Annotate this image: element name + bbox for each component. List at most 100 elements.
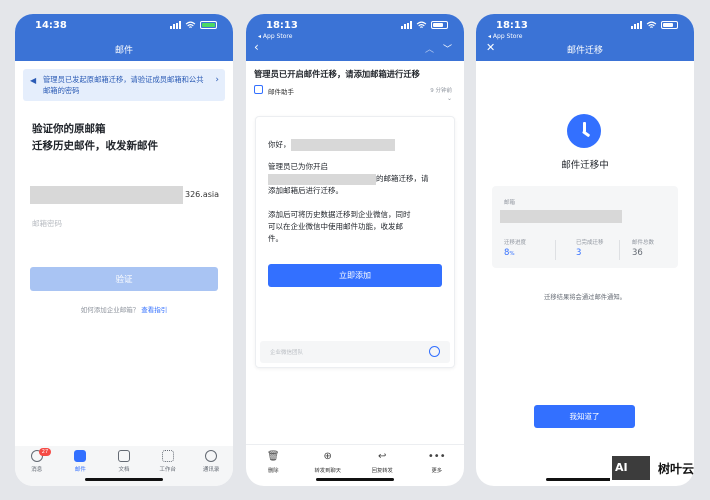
email-blurred-value xyxy=(30,186,183,204)
status-bar: 18:13 ◂ App Store xyxy=(246,20,464,40)
done-label: 已完成迁移 xyxy=(576,240,604,246)
body-line-4: 添加后可将历史数据迁移到企业微信，同时 xyxy=(268,210,411,219)
chevron-up-icon[interactable]: ︿ xyxy=(425,42,434,55)
chat-bubble-icon[interactable] xyxy=(429,346,440,357)
mail-subject: 管理员已开启邮件迁移，请添加邮箱进行迁移 xyxy=(254,69,420,79)
blurred-org xyxy=(268,173,376,185)
contacts-icon xyxy=(205,450,218,462)
watermark-logo: AI xyxy=(610,454,652,482)
unread-badge: 27 xyxy=(38,448,52,456)
add-now-button[interactable]: 立即添加 xyxy=(268,264,442,287)
header-bar: 14:38 邮件 xyxy=(15,14,233,61)
action-label: 更多 xyxy=(431,468,443,474)
chevron-right-icon: › xyxy=(215,75,219,85)
password-field[interactable]: 邮箱密码 xyxy=(32,218,62,229)
migration-stats-card: 邮箱 迁移进度 8% 已完成迁移 3 邮件总数 36 xyxy=(492,186,678,268)
page-heading: 验证你的原邮箱 迁移历史邮件，收发新邮件 xyxy=(32,121,158,155)
migrating-title: 邮件迁移中 xyxy=(561,160,609,171)
tab-label: 邮件 xyxy=(74,467,86,473)
grid-icon xyxy=(161,450,174,462)
sender-row: 邮件助手 9 分钟前 ⌄ xyxy=(254,84,456,102)
action-label: 转发到聊天 xyxy=(314,468,342,474)
status-icons xyxy=(170,21,217,29)
back-to-app-store[interactable]: ◂ App Store xyxy=(258,33,292,40)
reply-icon: ↩ xyxy=(378,451,387,462)
nav-title: 邮件迁移 xyxy=(566,46,603,56)
migration-banner[interactable]: ◀ 管理员已发起原邮箱迁移，请验证成员邮箱和公共邮箱的密码 › xyxy=(23,69,225,101)
status-bar: 14:38 xyxy=(15,20,233,34)
help-text: 如何添加企业邮箱？ xyxy=(80,306,140,314)
status-time: 18:13 xyxy=(266,20,298,31)
status-bar: 18:13 ◂ App Store xyxy=(476,20,694,40)
guide-link[interactable]: 查看指引 xyxy=(141,306,167,314)
got-it-button[interactable]: 我知道了 xyxy=(534,405,635,428)
sender-name: 邮件助手 xyxy=(268,88,294,96)
action-label: 回复转发 xyxy=(371,468,393,474)
document-icon xyxy=(117,450,130,462)
chevron-down-icon[interactable]: ﹀ xyxy=(443,42,452,55)
trash-icon: 🗑 xyxy=(266,451,280,462)
blurred-mailbox xyxy=(500,210,622,223)
tab-contacts[interactable]: 通讯录 xyxy=(194,450,228,486)
divider xyxy=(555,240,556,260)
megaphone-icon: ◀ xyxy=(30,76,37,85)
mail-icon xyxy=(74,450,87,462)
verify-button[interactable]: 验证 xyxy=(30,267,218,291)
phone-mail-detail: 18:13 ◂ App Store ‹ ︿ ﹀ 管理员已开启邮件迁移，请添加邮箱… xyxy=(246,14,464,486)
blurred-name xyxy=(290,139,395,151)
action-label: 删除 xyxy=(267,468,279,474)
email-field[interactable]: 326.asia xyxy=(30,186,220,206)
heading-line-1: 验证你的原邮箱 xyxy=(32,123,106,135)
more-button[interactable]: ••• 更多 xyxy=(417,451,457,486)
tab-messages[interactable]: 27 消息 xyxy=(20,448,54,486)
signal-icon xyxy=(631,21,642,29)
progress-label: 迁移进度 xyxy=(504,240,527,246)
done-value: 3 xyxy=(576,248,582,258)
progress-unit: % xyxy=(509,251,515,257)
mail-time: 9 分钟前 xyxy=(430,88,452,94)
more-dots-icon: ••• xyxy=(427,451,446,462)
signal-icon xyxy=(401,21,412,29)
tab-label: 文档 xyxy=(118,467,130,473)
wifi-icon xyxy=(185,21,196,28)
watermark: AI 树叶云 xyxy=(610,454,694,482)
home-indicator xyxy=(85,478,163,481)
phone-migration-status: 18:13 ◂ App Store ✕ 邮件迁移 邮件迁移中 邮箱 迁移进度 8… xyxy=(476,14,694,486)
tab-label: 消息 xyxy=(31,467,43,473)
body-line-5: 可以在企业微信中使用邮件功能，收发邮 xyxy=(268,222,403,231)
status-time: 18:13 xyxy=(496,20,528,31)
header-bar: 18:13 ◂ App Store ✕ 邮件迁移 xyxy=(476,14,694,61)
battery-icon xyxy=(661,21,678,29)
banner-text: 管理员已发起原邮箱迁移，请验证成员邮箱和公共邮箱的密码 xyxy=(43,75,204,95)
expand-chevron-icon[interactable]: ⌄ xyxy=(447,95,452,102)
greeting-line: 你好， xyxy=(268,139,395,151)
body-line-2: 的邮箱迁移，请 xyxy=(268,173,429,185)
phone-verify-mailbox: 14:38 邮件 ◀ 管理员已发起原邮箱迁移，请验证成员邮箱和公共邮箱的密码 ›… xyxy=(15,14,233,486)
clock-icon xyxy=(567,114,601,148)
body-line-6: 件。 xyxy=(268,234,283,243)
nav-title: 邮件 xyxy=(114,46,133,56)
header-bar: 18:13 ◂ App Store ‹ ︿ ﹀ xyxy=(246,14,464,61)
heading-line-2: 迁移历史邮件，收发新邮件 xyxy=(32,140,158,152)
body-line-1: 管理员已为你开启 xyxy=(268,162,328,171)
progress-value: 8% xyxy=(504,248,515,258)
delete-button[interactable]: 🗑 删除 xyxy=(253,451,293,486)
total-label: 邮件总数 xyxy=(632,240,655,246)
footer-label: 企业微信团队 xyxy=(270,350,304,356)
back-chevron-icon[interactable]: ‹ xyxy=(254,40,259,54)
body-line-3: 添加邮箱后进行迁移。 xyxy=(268,186,343,195)
email-suffix: 326.asia xyxy=(185,190,220,199)
notice-text: 迁移结果将会通过邮件通知。 xyxy=(544,294,626,301)
wifi-icon xyxy=(646,21,657,28)
divider xyxy=(619,240,620,260)
status-time: 14:38 xyxy=(35,20,67,31)
card-footer: 企业微信团队 xyxy=(260,341,450,363)
back-to-app-store[interactable]: ◂ App Store xyxy=(488,33,522,40)
mail-assistant-icon xyxy=(254,85,263,94)
home-indicator xyxy=(316,478,394,481)
help-row: 如何添加企业邮箱？ 查看指引 xyxy=(15,304,233,314)
battery-icon xyxy=(200,21,217,29)
wifi-icon xyxy=(416,21,427,28)
greeting: 你好， xyxy=(268,140,291,149)
total-value: 36 xyxy=(632,248,643,258)
